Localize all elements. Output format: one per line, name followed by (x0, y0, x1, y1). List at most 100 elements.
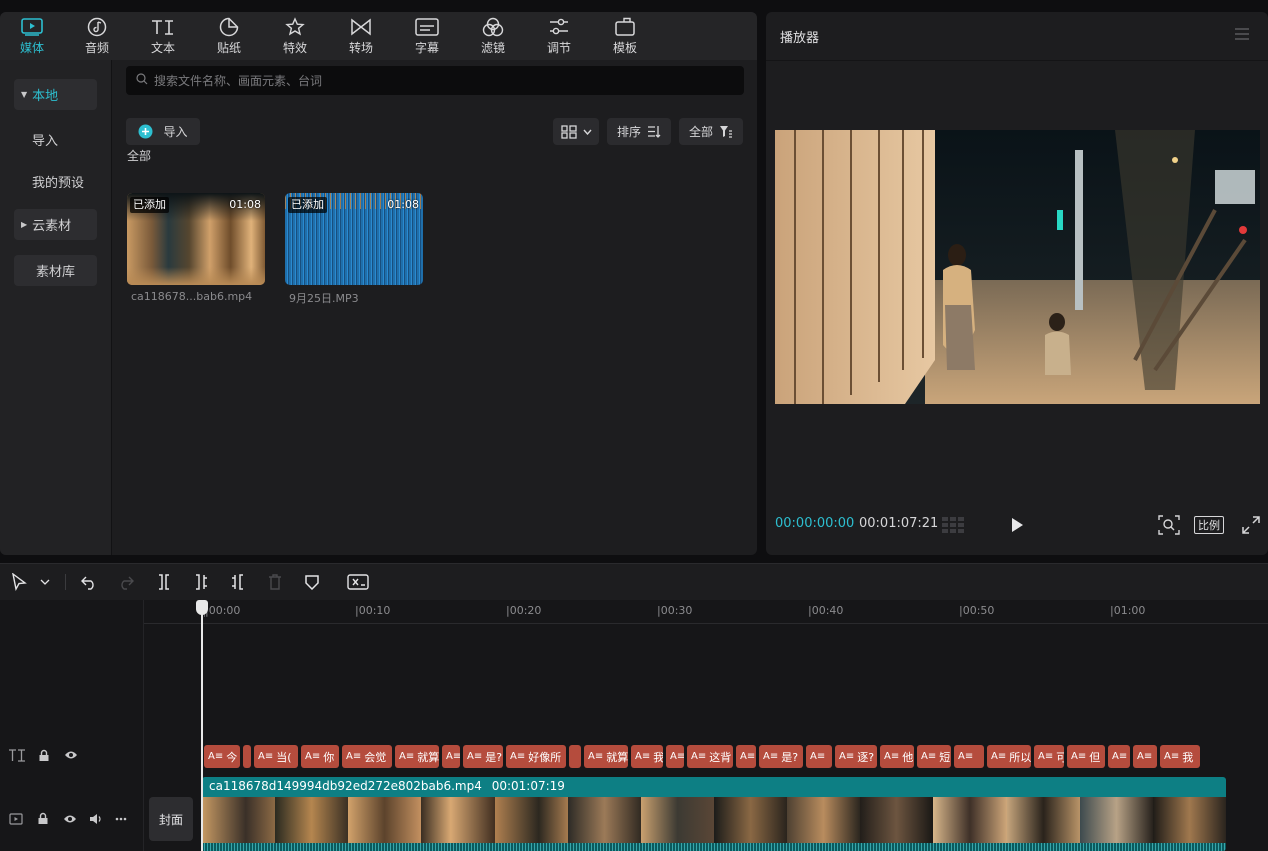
subtitle-clip-icon: A≡ (305, 751, 321, 762)
tab-media[interactable]: 媒体 (0, 12, 64, 60)
subtitle-clip[interactable]: A≡ 所以 (987, 745, 1031, 768)
video-preview[interactable] (775, 130, 1260, 404)
subtitle-clip-icon: A≡ (763, 751, 779, 762)
audio-waveform (202, 843, 1226, 851)
subtitle-clip[interactable]: A≡ 就算 (395, 745, 439, 768)
video-thumbnail[interactable]: 已添加 01:08 (127, 193, 265, 285)
tab-text[interactable]: 文本 (130, 12, 196, 60)
tab-media-label: 媒体 (19, 41, 44, 55)
subtitle-clip-text: 是? (781, 750, 799, 764)
subtitle-clip[interactable]: A≡ 就算 (584, 745, 628, 768)
funnel-icon (719, 125, 733, 138)
redo-button[interactable] (116, 572, 136, 592)
subtitle-clip[interactable]: A≡ 今 (204, 745, 240, 768)
subtitle-clip[interactable]: A≡ (1108, 745, 1130, 768)
subtitle-clip[interactable]: A≡ (442, 745, 460, 768)
subtitle-clip[interactable]: A≡ 你 (301, 745, 339, 768)
subtitle-clip[interactable]: A≡ 逐? (835, 745, 877, 768)
zoom-fit-button[interactable] (1158, 515, 1180, 539)
play-button[interactable] (1010, 517, 1024, 537)
lock-icon[interactable] (38, 749, 50, 762)
trim-left-button[interactable] (191, 572, 211, 592)
subtitle-clip[interactable] (569, 745, 581, 768)
import-button[interactable]: 导入 (126, 118, 200, 145)
subtitle-clip[interactable] (243, 745, 251, 768)
lock-icon[interactable] (37, 812, 49, 825)
tab-filter[interactable]: 滤镜 (460, 12, 526, 60)
filter-icon (482, 16, 504, 38)
subtitle-clip[interactable]: A≡ 他 (880, 745, 914, 768)
subtitle-clip[interactable]: A≡ 我 (631, 745, 663, 768)
more-icon[interactable] (115, 817, 127, 821)
filter-button[interactable]: 全部 (679, 118, 743, 145)
view-mode-button[interactable] (553, 118, 599, 145)
video-frame (775, 130, 1260, 404)
subtitle-clip[interactable]: A≡ 当( (254, 745, 298, 768)
sidebar-item-local-label: 本地 (32, 89, 59, 104)
subtitle-clip-icon: A≡ (691, 751, 707, 762)
file-name: ca118678...bab6.mp4 (131, 290, 253, 303)
subtitle-clip[interactable]: A≡ 可 (1034, 745, 1064, 768)
subtitle-clip[interactable]: A≡ 短 (917, 745, 951, 768)
subtitle-clip[interactable]: A≡ 这背 (687, 745, 733, 768)
subtitle-clip[interactable]: A≡ 会觉 (342, 745, 392, 768)
tab-template[interactable]: 模板 (592, 12, 658, 60)
search-input[interactable] (154, 73, 714, 88)
tab-subtitle[interactable]: 字幕 (394, 12, 460, 60)
media-item-audio[interactable]: 已添加 01:08 9月25日.MP3 (285, 193, 423, 306)
eye-icon[interactable] (63, 814, 77, 824)
tab-effects[interactable]: 特效 (262, 12, 328, 60)
video-clip[interactable]: ca118678d149994db92ed272e802bab6.mp4 00:… (202, 777, 1226, 851)
subtitle-clip[interactable]: A≡ 是? (463, 745, 503, 768)
text-track-header (8, 748, 78, 762)
subtitle-clip-icon: A≡ (1137, 751, 1153, 762)
subtitle-clip-icon: A≡ (588, 751, 604, 762)
fullscreen-button[interactable] (1242, 516, 1260, 538)
subtitle-clip-icon: A≡ (1071, 751, 1087, 762)
subtitle-clip[interactable]: A≡ (666, 745, 684, 768)
subtitle-clip[interactable]: A≡ 好像所 (506, 745, 566, 768)
select-tool-dropdown[interactable] (38, 572, 52, 592)
sidebar-item-cloud[interactable]: ▶ 云素材 (14, 209, 97, 240)
time-ruler[interactable]: |00:00 |00:10 |00:20 |00:30 |00:40 |00:5… (144, 600, 1268, 624)
tab-adjust[interactable]: 调节 (526, 12, 592, 60)
subtitle-clip[interactable]: A≡ (806, 745, 832, 768)
cover-button[interactable]: 封面 (149, 797, 193, 841)
timeline-view-icon[interactable] (941, 516, 967, 538)
select-tool-button[interactable] (10, 572, 28, 592)
subtitle-clip[interactable]: A≡ (1133, 745, 1157, 768)
playhead-handle[interactable] (196, 600, 208, 615)
ratio-button[interactable]: 比例 (1194, 516, 1224, 534)
sidebar-item-my-presets[interactable]: 我的预设 (14, 166, 97, 197)
trim-right-button[interactable] (228, 572, 248, 592)
media-item-video[interactable]: 已添加 01:08 ca118678...bab6.mp4 (127, 193, 265, 303)
sidebar-item-import[interactable]: 导入 (14, 124, 97, 155)
sort-button[interactable]: 排序 (607, 118, 671, 145)
subtitle-clip[interactable]: A≡ 但 (1067, 745, 1105, 768)
sidebar-item-local[interactable]: ▼ 本地 (14, 79, 97, 110)
subtitle-clip[interactable]: A≡ (954, 745, 984, 768)
sidebar-item-my-presets-label: 我的预设 (32, 176, 85, 191)
marker-button[interactable] (303, 572, 321, 592)
sticker-icon (219, 16, 239, 38)
ruler-label: |00:50 (959, 604, 995, 617)
eye-icon[interactable] (64, 750, 78, 760)
split-button[interactable] (154, 572, 174, 592)
tab-sticker[interactable]: 贴纸 (196, 12, 262, 60)
auto-caption-button[interactable] (346, 572, 370, 592)
subtitle-clip-icon: A≡ (1164, 751, 1180, 762)
tab-transition[interactable]: 转场 (328, 12, 394, 60)
subtitle-clip-icon: A≡ (446, 751, 460, 762)
video-clip-label: ca118678d149994db92ed272e802bab6.mp4 00:… (209, 779, 565, 793)
subtitle-clip[interactable]: A≡ 是? (759, 745, 803, 768)
subtitle-clip[interactable]: A≡ (736, 745, 756, 768)
delete-button[interactable] (266, 572, 284, 592)
subtitle-clip[interactable]: A≡ 我 (1160, 745, 1200, 768)
tab-audio[interactable]: 音频 (64, 12, 130, 60)
audio-thumbnail[interactable]: 已添加 01:08 (285, 193, 423, 285)
current-time: 00:00:00:00 (775, 516, 855, 531)
volume-icon[interactable] (89, 813, 103, 825)
undo-button[interactable] (79, 572, 99, 592)
sidebar-item-library[interactable]: 素材库 (14, 255, 97, 286)
menu-icon[interactable] (1234, 28, 1250, 44)
